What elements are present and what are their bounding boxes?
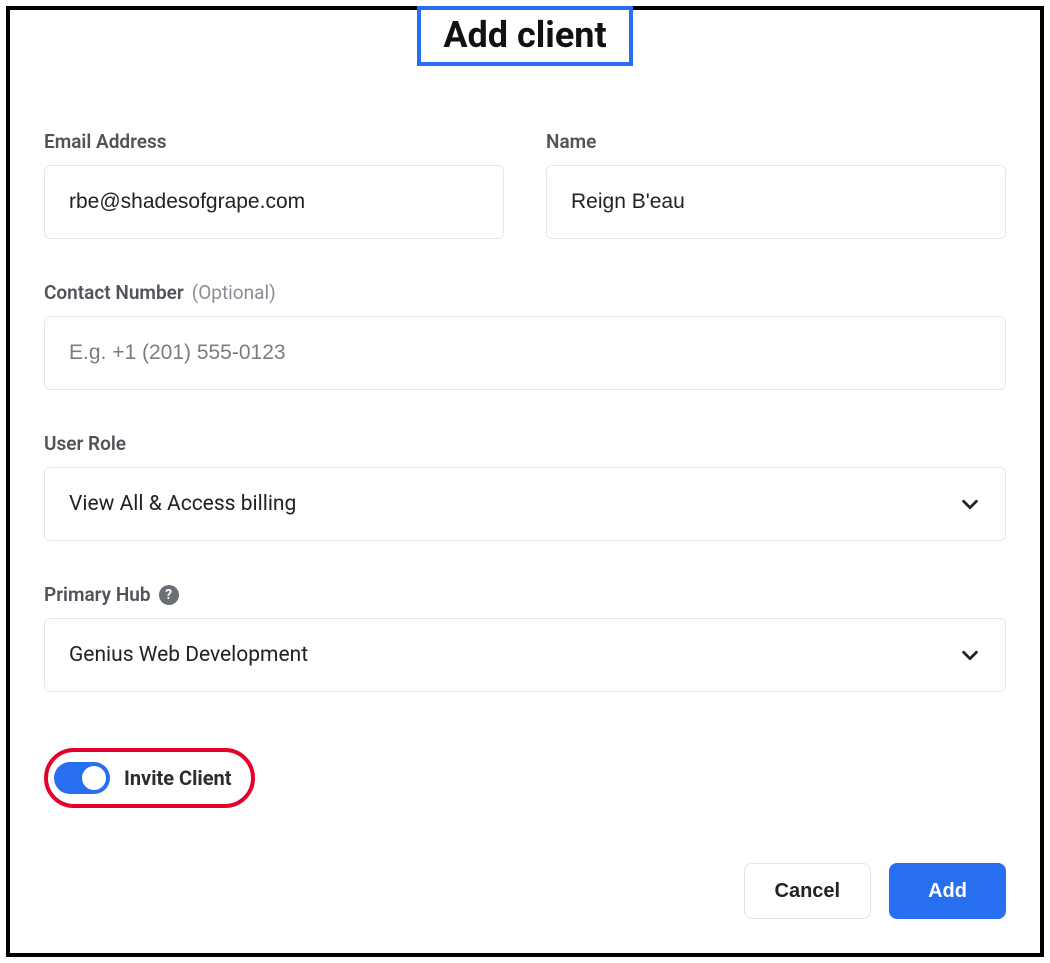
name-input[interactable] — [546, 165, 1006, 239]
field-hub: Primary Hub ? Genius Web Development — [44, 583, 1006, 692]
cancel-button[interactable]: Cancel — [744, 863, 872, 919]
toggle-knob — [82, 766, 106, 790]
field-name: Name — [546, 130, 1006, 239]
title-box: Add client — [417, 6, 632, 66]
title-highlight: Add client — [44, 6, 1006, 66]
invite-toggle[interactable] — [54, 762, 110, 794]
invite-toggle-label: Invite Client — [124, 766, 231, 790]
invite-toggle-highlight: Invite Client — [44, 748, 255, 808]
label-role: User Role — [44, 432, 126, 455]
label-contact-optional: (Optional) — [192, 281, 276, 304]
help-icon[interactable]: ? — [159, 585, 179, 605]
dialog-footer: Cancel Add — [44, 813, 1006, 919]
hub-select[interactable]: Genius Web Development — [44, 618, 1006, 692]
form: Email Address Name Contact Number (Optio… — [44, 130, 1006, 692]
chevron-down-icon — [959, 493, 981, 515]
label-email: Email Address — [44, 130, 167, 153]
field-role: User Role View All & Access billing — [44, 432, 1006, 541]
label-name: Name — [546, 130, 596, 153]
role-value: View All & Access billing — [69, 492, 296, 516]
field-contact: Contact Number (Optional) — [44, 281, 1006, 390]
chevron-down-icon — [959, 644, 981, 666]
field-email: Email Address — [44, 130, 504, 239]
contact-input[interactable] — [44, 316, 1006, 390]
row-email-name: Email Address Name — [44, 130, 1006, 239]
add-client-dialog: Add client Email Address Name Contact Nu… — [6, 6, 1044, 957]
label-hub: Primary Hub — [44, 583, 151, 606]
dialog-title: Add client — [443, 14, 606, 56]
hub-value: Genius Web Development — [69, 643, 308, 667]
role-select[interactable]: View All & Access billing — [44, 467, 1006, 541]
email-input[interactable] — [44, 165, 504, 239]
invite-toggle-row: Invite Client — [44, 748, 1006, 808]
add-button[interactable]: Add — [889, 863, 1006, 919]
label-contact: Contact Number — [44, 281, 184, 304]
